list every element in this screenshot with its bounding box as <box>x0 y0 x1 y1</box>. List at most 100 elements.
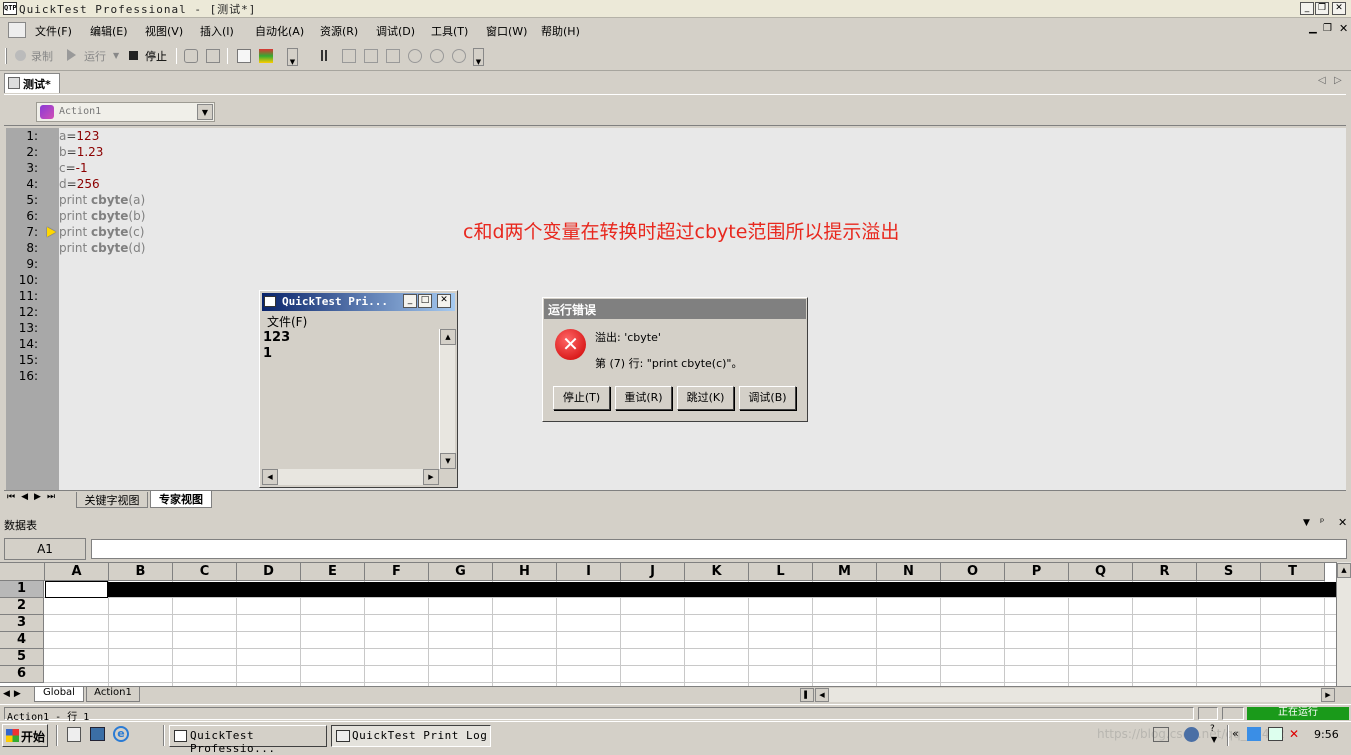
toolbar-overflow-icon-2[interactable]: ▼ <box>473 48 484 66</box>
print-log-hscrollbar[interactable]: ◀ ▶ <box>262 469 439 485</box>
scroll-right-icon[interactable]: ▶ <box>1321 688 1335 702</box>
print-log-close-button[interactable]: ✕ <box>437 294 451 308</box>
menu-automation[interactable]: 自动化(A) <box>255 23 304 39</box>
tab-test[interactable]: 测试* <box>4 73 60 93</box>
grid-hscrollbar[interactable]: ◀ ▶ <box>815 688 1335 702</box>
restore-button[interactable]: ❐ <box>1315 2 1329 15</box>
column-header[interactable]: B <box>109 563 173 581</box>
run-dropdown-icon[interactable]: ▼ <box>113 51 119 60</box>
tray-help-icon[interactable]: ? <box>1210 724 1215 734</box>
row-header[interactable]: 2 <box>0 598 44 615</box>
column-header[interactable]: A <box>45 563 109 581</box>
pane-menu-icon[interactable]: ▼ <box>1303 518 1310 528</box>
tray-volume-icon[interactable]: ✕ <box>1289 727 1303 741</box>
ie-icon[interactable]: e <box>113 726 129 742</box>
column-header[interactable]: R <box>1133 563 1197 581</box>
menu-debug[interactable]: 调试(D) <box>376 23 415 39</box>
database-icon[interactable] <box>259 49 273 63</box>
row-header[interactable]: 1 <box>0 581 44 598</box>
menu-tools[interactable]: 工具(T) <box>431 23 468 39</box>
grid-vscrollbar[interactable]: ▲ <box>1336 562 1351 686</box>
task-print-log[interactable]: QuickTest Print Log <box>331 725 491 747</box>
show-desktop-icon[interactable] <box>90 727 105 741</box>
clear-breakpoint-icon[interactable] <box>430 49 444 63</box>
step-into-icon[interactable] <box>342 49 356 63</box>
pointer-icon[interactable] <box>206 49 220 63</box>
close-button[interactable]: ✕ <box>1332 2 1346 15</box>
breakpoint-hand-icon[interactable] <box>408 49 422 63</box>
column-header[interactable]: N <box>877 563 941 581</box>
mdi-minimize-icon[interactable]: ▁ <box>1309 23 1317 34</box>
sheet-tab-global[interactable]: Global <box>34 687 84 702</box>
active-cell[interactable] <box>45 581 108 598</box>
print-log-minimize-button[interactable]: _ <box>403 294 417 308</box>
sheet-nav-icons[interactable]: ◀▶ <box>3 689 25 699</box>
chevron-down-icon[interactable]: ▼ <box>197 104 213 120</box>
tab-expert-view[interactable]: 专家视图 <box>150 491 212 508</box>
grid-corner[interactable] <box>0 563 45 581</box>
tray-arrow-icon[interactable]: ▼ <box>1211 735 1217 744</box>
tray-network-icon[interactable] <box>1184 727 1199 742</box>
toolbar-overflow-icon[interactable]: ▼ <box>287 48 298 66</box>
print-log-vscrollbar[interactable]: ▲ ▼ <box>439 329 456 469</box>
scroll-left-icon[interactable]: ◀ <box>262 469 278 485</box>
menu-file[interactable]: 文件(F) <box>35 23 72 39</box>
tray-expand-icon[interactable]: « <box>1232 727 1239 740</box>
start-button[interactable]: 开始 <box>2 724 48 747</box>
menu-resources[interactable]: 资源(R) <box>320 23 358 39</box>
pin-icon[interactable]: ᵖ <box>1320 517 1324 528</box>
cell-reference-box[interactable]: A1 <box>4 538 86 560</box>
task-quicktest[interactable]: QuickTest Professio... <box>169 725 327 755</box>
menu-view[interactable]: 视图(V) <box>145 23 183 39</box>
tray-keyboard-icon[interactable] <box>1153 727 1169 742</box>
tab-scroll-left-icon[interactable]: ◁ <box>1318 75 1326 86</box>
column-header[interactable]: G <box>429 563 493 581</box>
menu-edit[interactable]: 编辑(E) <box>90 23 128 39</box>
column-header[interactable]: O <box>941 563 1005 581</box>
scroll-right-icon[interactable]: ▶ <box>423 469 439 485</box>
column-header[interactable]: J <box>621 563 685 581</box>
menu-insert[interactable]: 插入(I) <box>200 23 234 39</box>
step-out-icon[interactable] <box>386 49 400 63</box>
column-header[interactable]: C <box>173 563 237 581</box>
pane-close-icon[interactable]: ✕ <box>1338 516 1347 529</box>
column-header[interactable]: S <box>1197 563 1261 581</box>
scroll-up-icon[interactable]: ▲ <box>1337 563 1351 578</box>
tray-monitor-icon[interactable] <box>1268 727 1283 741</box>
minimize-button[interactable]: _ <box>1300 2 1314 15</box>
column-header[interactable]: T <box>1261 563 1325 581</box>
column-header[interactable]: E <box>301 563 365 581</box>
disable-breakpoint-icon[interactable] <box>452 49 466 63</box>
scroll-up-icon[interactable]: ▲ <box>440 329 456 345</box>
column-header[interactable]: F <box>365 563 429 581</box>
object-spy-icon[interactable] <box>184 49 198 63</box>
menu-window[interactable]: 窗口(W) <box>486 23 527 39</box>
print-log-maximize-button[interactable]: □ <box>418 294 432 308</box>
column-header[interactable]: M <box>813 563 877 581</box>
scroll-down-icon[interactable]: ▼ <box>440 453 456 469</box>
mdi-close-icon[interactable]: ✕ <box>1339 22 1348 35</box>
tab-keyword-view[interactable]: 关键字视图 <box>76 492 148 508</box>
column-header[interactable]: P <box>1005 563 1069 581</box>
quicklaunch-icon[interactable] <box>67 727 81 742</box>
row-header[interactable]: 6 <box>0 666 44 683</box>
column-header[interactable]: Q <box>1069 563 1133 581</box>
column-header[interactable]: H <box>493 563 557 581</box>
run-button[interactable]: 运行 <box>84 48 106 64</box>
sheet-nav-icons[interactable]: ⏮◀▶⏭ <box>7 492 61 502</box>
mdi-restore-icon[interactable]: ❐ <box>1323 23 1332 34</box>
row-header[interactable]: 4 <box>0 632 44 649</box>
debug-button[interactable]: 调试(B) <box>739 386 796 410</box>
tab-scroll-right-icon[interactable]: ▷ <box>1334 75 1342 86</box>
column-header[interactable]: K <box>685 563 749 581</box>
formula-input[interactable] <box>91 539 1347 559</box>
document-icon[interactable] <box>8 22 26 38</box>
row-header[interactable]: 5 <box>0 649 44 666</box>
row-header[interactable]: 3 <box>0 615 44 632</box>
data-grid[interactable]: A B C D E F G H I J K L M N O P Q R S T … <box>0 562 1336 686</box>
record-button[interactable]: 录制 <box>31 48 53 64</box>
column-header[interactable]: D <box>237 563 301 581</box>
scroll-left-icon[interactable]: ◀ <box>815 688 829 702</box>
column-header[interactable]: L <box>749 563 813 581</box>
step-over-icon[interactable] <box>364 49 378 63</box>
